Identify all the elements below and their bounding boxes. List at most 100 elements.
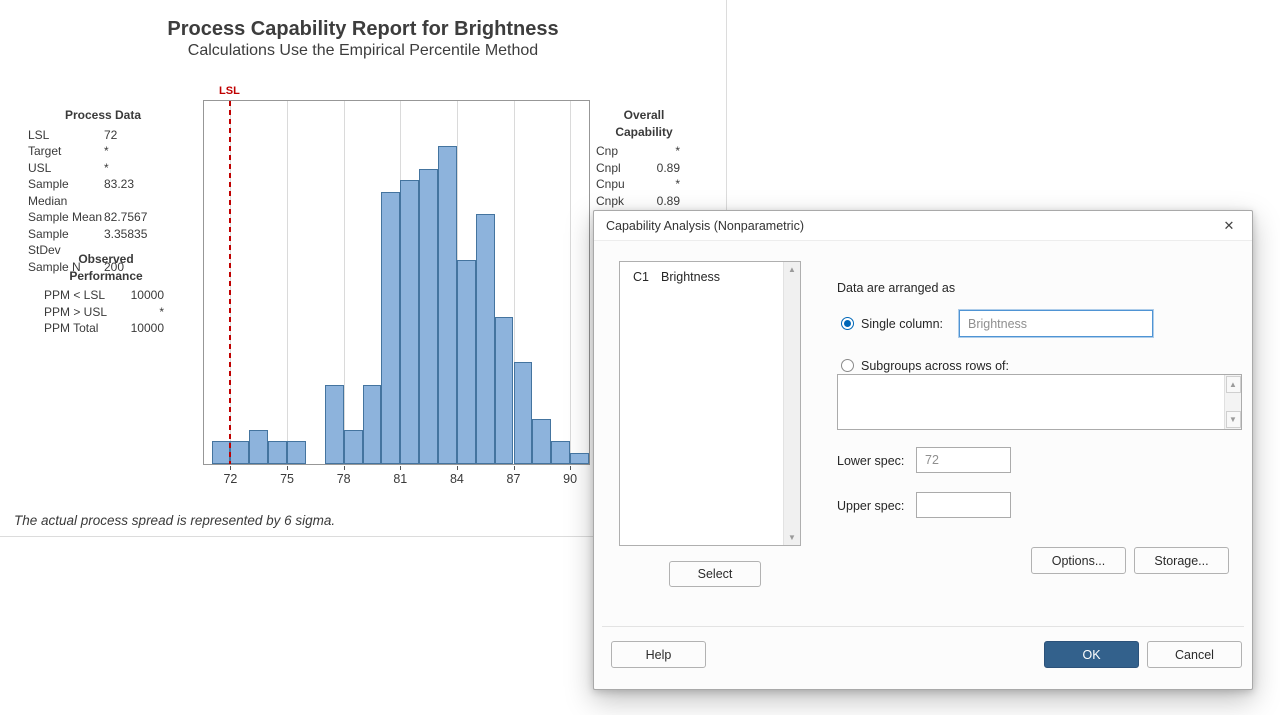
histogram-bar [381,192,400,464]
dialog-divider [602,626,1244,627]
stat-value: 82.7567 [104,209,178,226]
overall-capability-block: Overall Capability Cnp*Cnpl0.89Cnpu*Cnpk… [596,107,692,209]
histogram-bar [532,419,551,464]
stat-label: LSL [28,127,104,144]
tick-mark [514,466,515,470]
stat-label: Cnpu [596,176,640,193]
ok-button[interactable]: OK [1044,641,1139,668]
histogram-bar [212,441,231,464]
stat-value: * [104,143,178,160]
stat-value: 0.89 [640,193,680,210]
stat-label: PPM > USL [44,304,128,321]
scroll-down-icon[interactable]: ▼ [1226,411,1241,428]
stat-row: USL* [28,160,178,177]
histogram-bar [419,169,438,464]
x-tick-label: 87 [507,472,521,486]
histogram-bar [268,441,287,464]
help-button[interactable]: Help [611,641,706,668]
histogram-bar [230,441,249,464]
single-column-radio[interactable] [841,317,854,330]
scroll-down-icon[interactable]: ▼ [788,530,796,545]
cancel-button[interactable]: Cancel [1147,641,1242,668]
column-name: Brightness [661,270,720,284]
observed-performance-header: Observed Performance [44,251,168,284]
stat-value: 72 [104,127,178,144]
process-data-block: Process Data LSL72Target*USL*Sample Medi… [28,107,178,275]
histogram-bar [400,180,419,464]
subgroups-input[interactable]: ▲ ▼ [837,374,1242,430]
process-data-header: Process Data [28,107,178,124]
scroll-up-icon[interactable]: ▲ [1226,376,1241,393]
stat-row: PPM Total10000 [44,320,168,337]
dialog-title: Capability Analysis (Nonparametric) [606,219,804,233]
dialog-titlebar[interactable]: Capability Analysis (Nonparametric) ✕ [594,211,1252,241]
stat-row: Cnpl0.89 [596,160,692,177]
tick-mark [457,466,458,470]
x-tick-label: 72 [223,472,237,486]
histogram-bar [438,146,457,464]
gridline [570,101,571,464]
observed-performance-rows: PPM < LSL10000PPM > USL*PPM Total10000 [44,287,168,337]
single-column-input[interactable]: Brightness [959,310,1153,337]
variable-listbox[interactable]: C1Brightness ▲ ▼ [619,261,801,546]
subgroups-scrollbar[interactable]: ▲ ▼ [1224,375,1241,429]
options-button[interactable]: Options... [1031,547,1126,574]
stat-value: * [640,176,680,193]
lsl-label: LSL [219,85,240,97]
listbox-scrollbar[interactable]: ▲ ▼ [783,262,800,545]
stat-label: Sample Mean [28,209,104,226]
lsl-line [229,101,231,464]
stat-value: 83.23 [104,176,178,209]
capability-analysis-dialog: Capability Analysis (Nonparametric) ✕ C1… [593,210,1253,690]
histogram-bar [363,385,382,464]
tick-mark [287,466,288,470]
stat-value: 10000 [128,320,164,337]
stat-value: 0.89 [640,160,680,177]
footnote: The actual process spread is represented… [14,513,335,528]
histogram-bar [551,441,570,464]
stat-row: Sample Median83.23 [28,176,178,209]
upper-spec-label: Upper spec: [837,499,904,513]
x-tick-label: 75 [280,472,294,486]
report-subtitle: Calculations Use the Empirical Percentil… [0,42,726,60]
stat-value: 10000 [128,287,164,304]
observed-performance-block: Observed Performance PPM < LSL10000PPM >… [44,251,168,337]
upper-spec-input[interactable] [916,492,1011,518]
scroll-up-icon[interactable]: ▲ [788,262,796,277]
histogram-bar [457,260,476,464]
histogram-bar [287,441,306,464]
close-icon[interactable]: ✕ [1218,218,1240,234]
stat-row: Target* [28,143,178,160]
stat-label: Cnpk [596,193,640,210]
stat-row: Cnpu* [596,176,692,193]
select-button[interactable]: Select [669,561,761,587]
stat-row: PPM < LSL10000 [44,287,168,304]
storage-button[interactable]: Storage... [1134,547,1229,574]
stat-value: * [128,304,164,321]
histogram-bar [495,317,514,464]
x-tick-label: 90 [563,472,577,486]
tick-mark [230,466,231,470]
stat-row: LSL72 [28,127,178,144]
gridline [287,101,288,464]
overall-capability-rows: Cnp*Cnpl0.89Cnpu*Cnpk0.89 [596,143,692,209]
tick-mark [400,466,401,470]
stat-label: PPM Total [44,320,128,337]
stat-value: * [640,143,680,160]
subgroups-radio[interactable] [841,359,854,372]
histogram-bar [344,430,363,464]
lower-spec-input[interactable]: 72 [916,447,1011,473]
histogram-bar [476,214,495,464]
variable-list-item[interactable]: C1Brightness [620,262,800,284]
stat-label: Target [28,143,104,160]
x-tick-label: 78 [337,472,351,486]
stat-label: Cnpl [596,160,640,177]
histogram-bar [570,453,589,464]
stat-label: Cnp [596,143,640,160]
stat-row: Cnp* [596,143,692,160]
stat-row: Sample Mean82.7567 [28,209,178,226]
tick-mark [344,466,345,470]
subgroups-label: Subgroups across rows of: [861,359,1009,373]
stat-label: USL [28,160,104,177]
single-column-label: Single column: [861,317,943,331]
